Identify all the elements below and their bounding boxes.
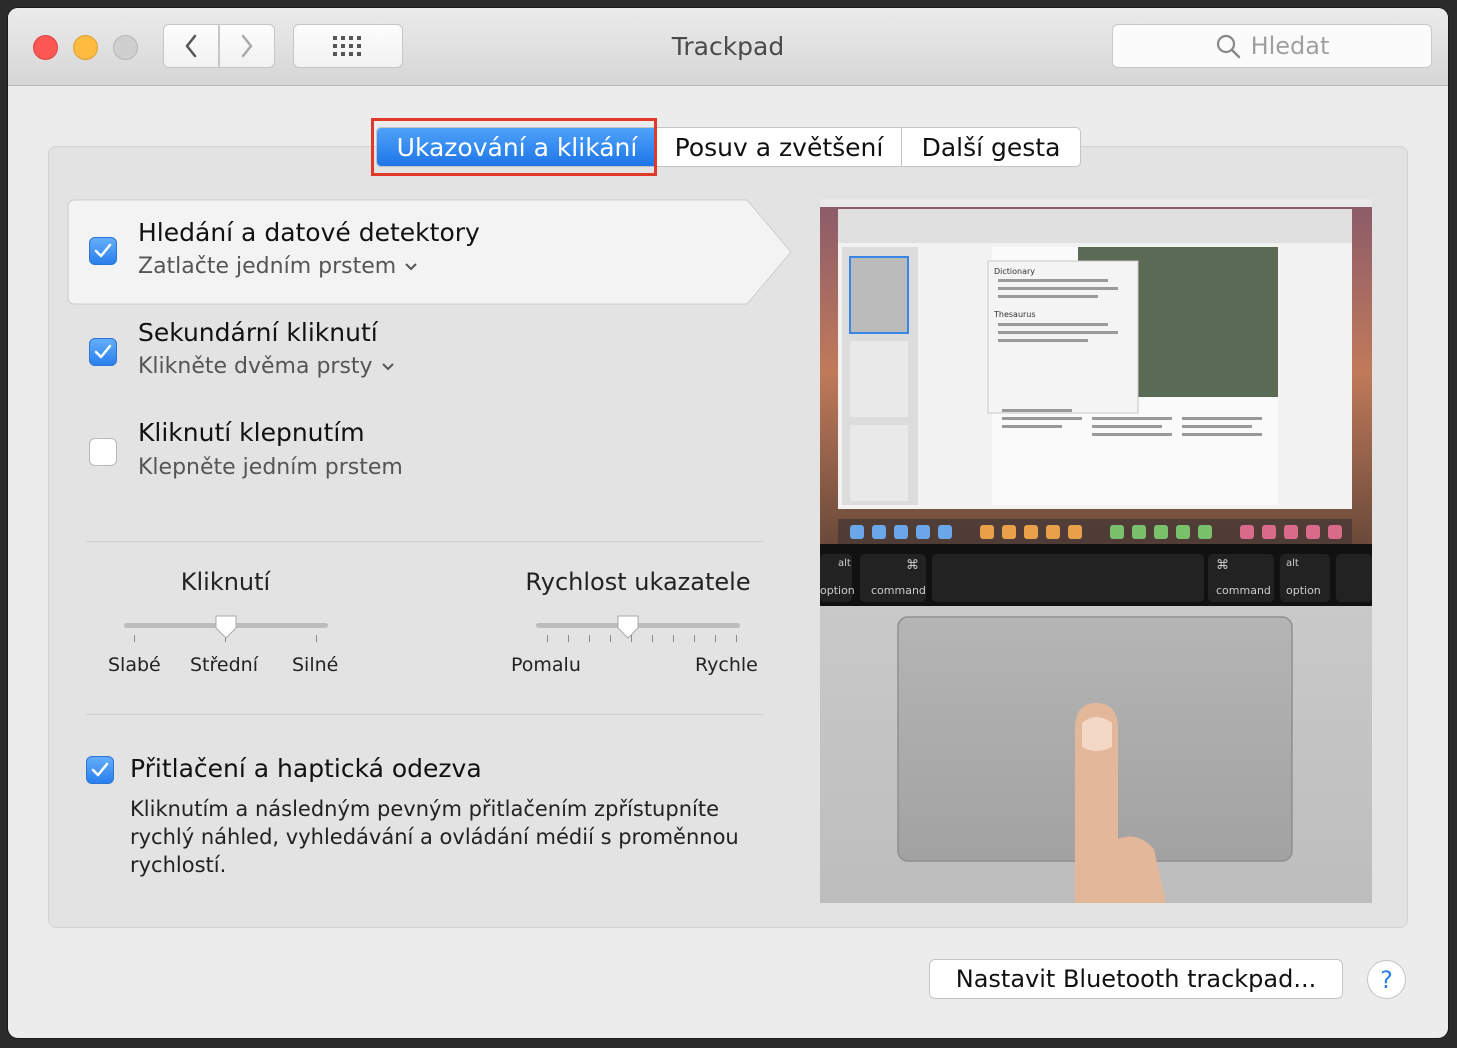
tab-more-gestures[interactable]: Další gesta (902, 128, 1080, 166)
force-click-title: Přitlačení a haptická odezva (130, 754, 482, 783)
key-alt-left: alt (838, 558, 851, 569)
slider-tick (652, 635, 653, 642)
checkmark-icon (91, 762, 109, 777)
setup-bluetooth-trackpad-button[interactable]: Nastavit Bluetooth trackpad... (929, 959, 1343, 999)
key-alt-right: alt (1286, 558, 1299, 569)
speed-max-label: Rychle (695, 654, 758, 676)
preview-illustration: alt option ⌘ command ⌘ command alt optio… (820, 199, 1372, 903)
lookup-menu[interactable]: Zatlačte jedním prstem (138, 254, 418, 279)
speed-slider-knob[interactable] (616, 614, 640, 640)
separator (86, 714, 764, 715)
tap-to-click-subtitle: Klepněte jedním prstem (138, 455, 403, 480)
preview-scene (820, 199, 1372, 903)
tap-to-click-title: Kliknutí klepnutím (138, 418, 365, 447)
key-cmd-right-symbol: ⌘ (1216, 558, 1229, 573)
speed-slider-label: Rychlost ukazatele (525, 568, 751, 596)
lookup-checkbox[interactable] (89, 237, 117, 265)
force-click-checkbox[interactable] (86, 756, 114, 784)
click-tick-light: Slabé (108, 654, 161, 676)
force-click-description: Kliknutím a následným pevným přitlačením… (130, 797, 739, 877)
dictionary-heading: Dictionary (994, 267, 1036, 276)
separator (86, 541, 764, 542)
slider-tick (547, 635, 548, 642)
chevron-down-icon (381, 362, 394, 370)
slider-tick (134, 635, 135, 642)
slider-tick (715, 635, 716, 642)
selected-row-background (67, 199, 792, 305)
secondary-click-checkbox[interactable] (89, 338, 117, 366)
slider-tick (736, 635, 737, 642)
checkmark-icon (94, 344, 112, 359)
slider-tick (694, 635, 695, 642)
slider-tick (673, 635, 674, 642)
click-tick-firm: Silné (292, 654, 339, 676)
key-cmd-right: command (1216, 584, 1271, 597)
key-cmd-left: command (871, 584, 926, 597)
click-slider-label: Kliknutí (180, 568, 271, 596)
checkmark-icon (94, 243, 112, 258)
slider-tick (316, 635, 317, 642)
slider-tick (589, 635, 590, 642)
slider-tick (568, 635, 569, 642)
thesaurus-heading: Thesaurus (994, 310, 1036, 319)
search-placeholder: Hledat (1250, 32, 1330, 60)
key-option-left: option (820, 584, 855, 597)
secondary-click-title: Sekundární kliknutí (138, 318, 378, 347)
secondary-click-menu[interactable]: Klikněte dvěma prsty (138, 354, 395, 379)
search-icon (1216, 34, 1240, 59)
secondary-click-subtitle: Klikněte dvěma prsty (138, 354, 373, 379)
lookup-title: Hledání a datové detektory (138, 218, 480, 247)
speed-min-label: Pomalu (511, 654, 581, 676)
key-option-right: option (1286, 584, 1321, 597)
chevron-down-icon (405, 262, 417, 270)
click-slider-knob[interactable] (214, 614, 238, 640)
key-cmd-left-symbol: ⌘ (906, 558, 919, 573)
help-button[interactable]: ? (1367, 960, 1406, 999)
title-bar: Trackpad Hledat (8, 8, 1448, 86)
tap-to-click-checkbox[interactable] (89, 438, 117, 466)
click-tick-medium: Střední (190, 654, 258, 676)
lookup-subtitle: Zatlačte jedním prstem (138, 254, 397, 279)
search-field[interactable]: Hledat (1112, 24, 1432, 68)
highlight-box (371, 118, 657, 176)
tab-scroll-and-zoom[interactable]: Posuv a zvětšení (657, 128, 902, 166)
slider-tick (610, 635, 611, 642)
preferences-window: Trackpad Hledat Ukazování a klikání Posu… (8, 8, 1448, 1038)
